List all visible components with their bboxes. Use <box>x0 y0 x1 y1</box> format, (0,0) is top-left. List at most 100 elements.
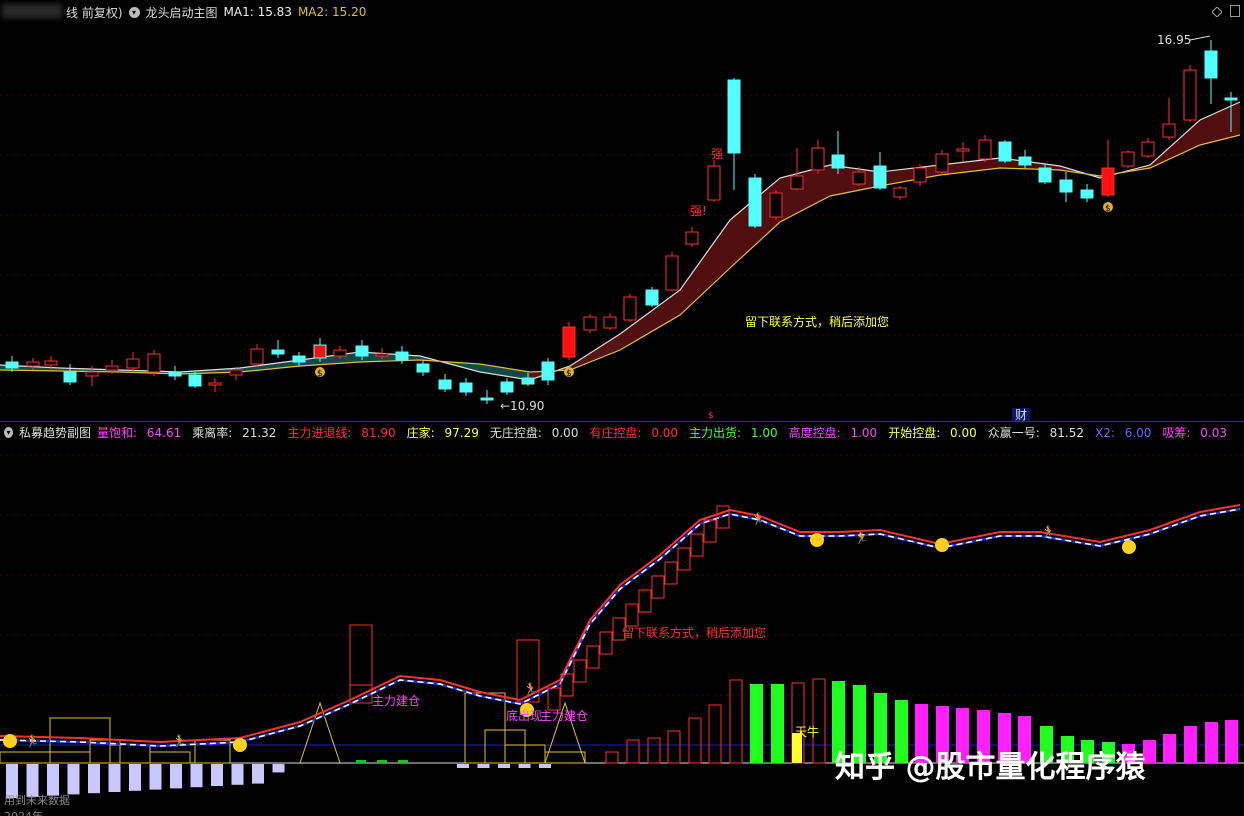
candle-body <box>26 361 40 367</box>
sub-value-label: 主力进退线: <box>287 425 356 440</box>
negative-bar <box>211 764 223 786</box>
candle-body <box>1059 179 1073 193</box>
smiley-icon <box>1122 540 1136 554</box>
candle-body <box>271 349 285 355</box>
runner-icon: 🏃 <box>1041 525 1056 539</box>
candle-body <box>1224 97 1238 101</box>
magenta-bar <box>1184 726 1197 763</box>
sub-value-number: 0.03 <box>1200 425 1227 440</box>
trend-step-box <box>638 589 652 613</box>
candle-body <box>1080 189 1094 199</box>
sub-toggle-icon[interactable]: ▾ <box>4 426 13 438</box>
red-bar <box>688 717 702 764</box>
candle-body <box>208 382 222 386</box>
candle-body <box>459 382 473 393</box>
trend-step-box <box>586 645 600 669</box>
trend-step-box <box>651 575 665 599</box>
negative-bar <box>457 764 469 768</box>
runner-icon: 🏃 <box>172 734 187 748</box>
smiley-icon <box>233 738 247 752</box>
sub-value-number: 64.61 <box>146 425 182 440</box>
negative-bar <box>539 764 551 768</box>
smiley-icon <box>935 538 949 552</box>
red-bar <box>708 704 722 764</box>
negative-bar <box>498 764 510 768</box>
runner-icon: 🏃 <box>25 734 40 748</box>
candle-body <box>562 326 576 358</box>
green-bar <box>750 684 763 763</box>
red-bar <box>647 737 661 764</box>
negative-bar <box>149 764 162 790</box>
sub-value-number: 21.32 <box>242 425 277 440</box>
yellow-box <box>109 744 151 764</box>
sub-value-7: 高度控盘: 1.00 <box>789 426 884 440</box>
main-note: 留下联系方式，稍后添加您 <box>745 314 889 329</box>
sub-value-5: 有庄控盘: 0.00 <box>589 426 684 440</box>
indicator-toggle-icon[interactable]: ▾ <box>128 6 140 18</box>
candle-body <box>852 171 866 185</box>
negative-bar <box>477 764 490 768</box>
window-box-icon[interactable] <box>1230 5 1240 17</box>
magenta-bar <box>1225 720 1238 763</box>
candle-body <box>355 345 369 357</box>
sub-value-0: 量饱和: 64.61 <box>97 426 187 440</box>
negative-bar <box>47 764 59 796</box>
candle-body <box>250 348 264 365</box>
sub-value-label: 高度控盘: <box>788 425 845 440</box>
candle-body <box>168 371 182 377</box>
sub-value-8: 开始控盘: 0.00 <box>888 426 983 440</box>
candle-body <box>978 139 992 160</box>
sub-value-number: 1.00 <box>850 425 878 440</box>
ma1-value: MA1: 15.83 <box>223 5 292 19</box>
sub-value-label: 无庄控盘: <box>489 425 546 440</box>
candle-body <box>1121 151 1135 167</box>
main-indicator-name[interactable]: 龙头启动主图 <box>146 4 218 21</box>
yellow-box <box>544 751 586 764</box>
candle-body <box>707 165 721 201</box>
axis-year: 2024年 <box>4 809 43 816</box>
runner-icon: 🏃 <box>751 512 766 526</box>
candle-body <box>685 231 699 245</box>
green-bar <box>771 684 784 763</box>
magenta-bar <box>1163 734 1176 763</box>
candle-body <box>665 255 679 291</box>
red-bar <box>812 678 826 764</box>
yellow-box <box>0 751 91 764</box>
negative-bar <box>272 764 285 773</box>
sub-value-number: 81.52 <box>1049 425 1084 440</box>
candle-body <box>1018 156 1032 166</box>
sub-value-label: 众赢一号: <box>987 425 1044 440</box>
sub-indicator-name[interactable]: 私募趋势副图 <box>19 424 91 441</box>
yellow-box <box>149 751 191 764</box>
high-pointer <box>1189 35 1211 41</box>
sub-value-label: 开始控盘: <box>888 425 945 440</box>
trend-blue-line <box>0 507 1241 748</box>
red-bar <box>605 751 619 764</box>
negative-bar <box>190 764 203 788</box>
red-bar <box>626 739 640 764</box>
candle-body <box>956 148 970 152</box>
sub-value-label: 庄家: <box>406 425 439 440</box>
money-bag-label: $ <box>1105 204 1111 214</box>
diamond-icon[interactable] <box>1211 6 1223 18</box>
main-title-prefix: 线 前复权) <box>66 5 123 20</box>
candle-body <box>416 363 430 373</box>
sub-value-number: 1.00 <box>750 425 778 440</box>
candle-body <box>395 351 409 361</box>
candle-body <box>623 296 637 321</box>
candle-body <box>105 365 119 371</box>
label-tianniu: 天牛 <box>795 724 819 739</box>
trend-white-dashed <box>0 508 1241 747</box>
candle-body <box>769 192 783 218</box>
sub-value-number: 0.00 <box>551 425 579 440</box>
red-bar <box>729 679 743 764</box>
candle-body <box>913 167 927 183</box>
candle-body <box>188 374 202 387</box>
sub-panel-header: ▾ 私募趋势副图 量饱和: 64.61 乘离率: 21.32 主力进退线: 81.9… <box>0 422 1244 442</box>
label-build-1: 主力建仓 <box>372 694 420 708</box>
small-green-bar <box>377 760 387 763</box>
trend-step-box <box>625 603 639 627</box>
candle-body <box>292 355 306 363</box>
chart-canvas[interactable]: $ $$16.95←10.90留下联系方式，稍后添加您强强!$ 财🏃 🏃🏃🏃 🏃🏃主力建… <box>0 0 1244 816</box>
candle-body <box>1038 167 1052 183</box>
